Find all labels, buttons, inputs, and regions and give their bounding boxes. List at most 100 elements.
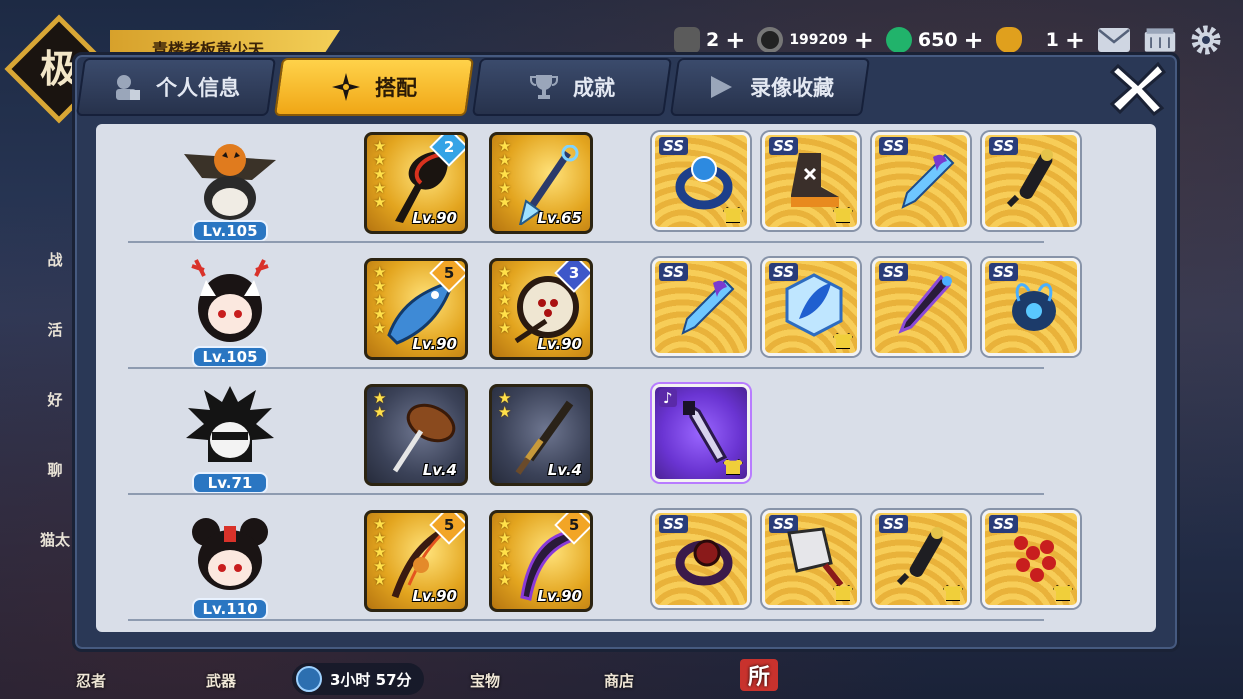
accessory-slot[interactable]: SS	[982, 258, 1080, 356]
gourd-icon	[995, 27, 1022, 53]
tab-label: 录像收藏	[750, 76, 834, 100]
tab-personal-info[interactable]: 个人信息	[75, 58, 277, 116]
row-divider	[128, 367, 1044, 369]
hero-portrait[interactable]: Lv.71	[176, 382, 284, 494]
hero-portrait[interactable]: Lv.105	[176, 256, 284, 368]
crystal-dart-icon	[681, 279, 735, 335]
hero-portrait[interactable]: Lv.110	[176, 508, 284, 620]
ticket-icon[interactable]	[1143, 25, 1177, 55]
gear-icon[interactable]	[1189, 25, 1223, 55]
weapon-level: Lv.90	[412, 587, 457, 605]
accessory-slot[interactable]: SS	[652, 132, 750, 230]
resource-jade: 650 +	[885, 27, 984, 53]
weapon-slot[interactable]: ★ ★ ★ ★ ★ 5 Lv.90	[489, 510, 593, 612]
weapon-slot[interactable]: ★ ★ ★ ★ ★ 2 Lv.90	[364, 132, 468, 234]
accessory-slot[interactable]: SS	[652, 510, 750, 608]
loadout-list: Lv.105 ★ ★ ★ ★ ★ 2 Lv.90 ★ ★ ★ ★ ★ Lv.65 SS	[96, 124, 1156, 632]
shuriken-icon	[331, 72, 361, 102]
equipped-shirt-icon	[723, 459, 743, 475]
resource-coin: 199209 +	[757, 27, 874, 53]
tab-replays[interactable]: 录像收藏	[669, 58, 871, 116]
purple-kunai-icon	[898, 274, 952, 334]
row-divider	[128, 493, 1044, 495]
weapon-slot[interactable]: ★ ★ ★ ★ ★ Lv.65	[489, 132, 593, 234]
crystal-dart-icon	[901, 153, 955, 209]
row-divider	[128, 241, 1044, 243]
equipped-shirt-icon	[723, 207, 743, 223]
hero-level-badge: Lv.71	[192, 472, 268, 494]
weapon-level: Lv.4	[422, 461, 457, 479]
close-button[interactable]	[1108, 58, 1168, 118]
antler-girl-ninja-icon	[191, 259, 269, 342]
play-icon	[706, 72, 736, 102]
weapon-level: Lv.90	[537, 587, 582, 605]
hero-level-badge: Lv.105	[192, 220, 268, 242]
loadout-row: Lv.105 ★ ★ ★ ★ ★ 5 Lv.90 ★ ★ ★ ★ ★ 3 Lv.90 SS SS…	[96, 250, 1156, 376]
timer-text: 3小时 57分	[330, 670, 412, 689]
weapon-level: Lv.65	[537, 209, 582, 227]
weapon-slot[interactable]: ★ ★ ★ ★ ★ 5 Lv.90	[364, 510, 468, 612]
tab-label: 成就	[573, 76, 615, 100]
nav-treasure[interactable]: 宝物	[470, 670, 500, 691]
accessory-slot[interactable]: SS	[872, 132, 970, 230]
tab-loadout[interactable]: 搭配	[273, 58, 475, 116]
black-scroll-icon	[896, 527, 943, 586]
nav-weapons[interactable]: 武器	[206, 670, 236, 691]
pumpkin-hat-ninja-icon	[184, 144, 276, 220]
accessory-slot[interactable]: SS	[872, 258, 970, 356]
weapon-slot[interactable]: ★ ★ Lv.4	[364, 384, 468, 486]
accessory-slot[interactable]: ♪	[652, 384, 750, 482]
hero-level-badge: Lv.105	[192, 346, 268, 368]
accessory-slot[interactable]: SS	[982, 510, 1080, 608]
equipped-shirt-icon	[833, 207, 853, 223]
weapon-level: Lv.4	[547, 461, 582, 479]
trophy-icon	[529, 72, 559, 102]
accessory-slot[interactable]: SS	[762, 132, 860, 230]
blue-ring-icon	[675, 156, 733, 210]
add-scroll-button[interactable]: +	[725, 28, 745, 52]
bottom-nav: 忍者 武器 宝物 商店 所	[0, 649, 1243, 699]
tab-label: 搭配	[375, 76, 417, 100]
weapon-level: Lv.90	[537, 335, 582, 353]
black-scroll-icon	[1006, 149, 1053, 208]
accessory-slot[interactable]: SS	[652, 258, 750, 356]
equipped-shirt-icon	[1053, 585, 1073, 601]
weapon-slot[interactable]: ★ ★ ★ ★ ★ 5 Lv.90	[364, 258, 468, 360]
weapon-slot[interactable]: ★ ★ ★ ★ ★ 3 Lv.90	[489, 258, 593, 360]
accessory-slot[interactable]: SS	[762, 510, 860, 608]
tab-bar: 个人信息 搭配 成就 录像收藏	[75, 58, 871, 120]
cleaver-icon	[787, 527, 844, 587]
tab-achievements[interactable]: 成就	[471, 58, 673, 116]
add-gourd-button[interactable]: +	[1065, 28, 1085, 52]
spiky-hair-ninja-icon	[186, 386, 274, 462]
equipped-shirt-icon	[833, 333, 853, 349]
nav-shop[interactable]: 商店	[604, 670, 634, 691]
mail-icon[interactable]	[1097, 25, 1131, 55]
blue-beetle-icon	[1012, 283, 1056, 331]
add-coin-button[interactable]: +	[854, 28, 874, 52]
profile-icon	[112, 72, 142, 102]
hero-level-badge: Lv.110	[192, 598, 268, 620]
purple-dagger-icon	[683, 401, 728, 463]
ice-feather-icon	[785, 273, 843, 337]
close-icon	[1109, 61, 1167, 117]
weapon-level: Lv.90	[412, 209, 457, 227]
accessory-slot[interactable]: SS	[982, 132, 1080, 230]
weapon-slot[interactable]: ★ ★ Lv.4	[489, 384, 593, 486]
equipped-shirt-icon	[833, 585, 853, 601]
accessory-slot[interactable]: SS	[762, 258, 860, 356]
add-jade-button[interactable]: +	[964, 28, 984, 52]
hero-portrait[interactable]: Lv.105	[176, 130, 284, 242]
resource-scroll: 2 +	[673, 27, 745, 53]
row-divider	[128, 619, 1044, 621]
nav-store[interactable]: 所	[740, 659, 779, 691]
resource-value: 650	[917, 29, 958, 51]
resource-value: 199209	[789, 32, 848, 48]
resource-value: 1	[1045, 29, 1059, 51]
tab-label: 个人信息	[156, 76, 240, 100]
loadout-row: Lv.110 ★ ★ ★ ★ ★ 5 Lv.90 ★ ★ ★ ★ ★ 5 Lv.90 SS SS…	[96, 502, 1156, 628]
resource-gourd: 1 +	[995, 27, 1085, 53]
accessory-slot[interactable]: SS	[872, 510, 970, 608]
equipped-shirt-icon	[943, 585, 963, 601]
nav-ninja[interactable]: 忍者	[76, 670, 106, 691]
